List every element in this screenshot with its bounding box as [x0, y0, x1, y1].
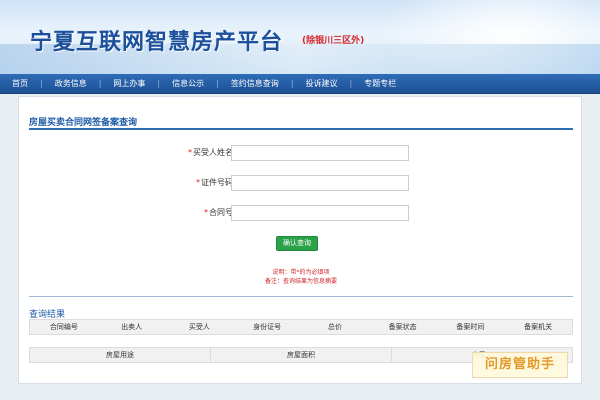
query-panel: 房屋买卖合同网签备案查询 *买受人姓名 *证件号码 *合同号 确认查询 说明：带…: [18, 96, 582, 384]
nav-item-government-info[interactable]: 政务信息: [43, 74, 99, 94]
site-header: 宁夏互联网智慧房产平台 (除银川三区外): [0, 0, 600, 74]
watermark-logo: 问房管助手: [472, 352, 568, 378]
results-table-header: 合同编号 出卖人 买受人 身份证号 总价 备案状态 备案时间 备案机关: [29, 319, 573, 335]
nav-item-complaints[interactable]: 投诉建议: [294, 74, 350, 94]
column-id-number: 身份证号: [253, 323, 282, 331]
site-subtitle: (除银川三区外): [302, 36, 365, 46]
required-mark: *: [196, 178, 200, 187]
column-seller: 出卖人: [121, 323, 143, 331]
note-required: 说明：带*的为必填项: [272, 269, 330, 276]
note-summary: 备注：查询结果为信息摘要: [264, 278, 337, 285]
form-row-id-number: *证件号码: [19, 175, 583, 191]
column-filing-status: 备案状态: [388, 323, 417, 331]
id-number-label: *证件号码: [196, 177, 233, 188]
nav-item-contract-query[interactable]: 签约信息查询: [219, 74, 291, 94]
id-number-label-text: 证件号码: [201, 178, 233, 187]
results-divider: [29, 296, 573, 297]
required-mark: *: [204, 208, 208, 217]
section-title: 房屋买卖合同网签备案查询: [29, 118, 138, 128]
main-nav: 首页 | 政务信息 | 网上办事 | 信息公示 | 签约信息查询 | 投诉建议 …: [0, 74, 600, 94]
nav-item-topics[interactable]: 专题专栏: [352, 74, 408, 94]
buyer-name-input[interactable]: [231, 145, 409, 161]
column-contract-number: 合同编号: [49, 323, 78, 331]
nav-item-online-services[interactable]: 网上办事: [101, 74, 157, 94]
column-filing-time: 备案时间: [456, 323, 485, 331]
contract-no-label: *合同号: [204, 207, 233, 218]
contract-no-input[interactable]: [231, 205, 409, 221]
form-row-buyer-name: *买受人姓名: [19, 145, 583, 161]
site-title: 宁夏互联网智慧房产平台: [30, 30, 284, 55]
buyer-name-label: *买受人姓名: [188, 147, 233, 158]
id-number-input[interactable]: [231, 175, 409, 191]
nav-item-home[interactable]: 首页: [0, 74, 40, 94]
form-row-contract-no: *合同号: [19, 205, 583, 221]
contract-no-label-text: 合同号: [209, 208, 233, 217]
required-mark: *: [188, 148, 192, 157]
column-buyer: 买受人: [188, 323, 210, 331]
section-divider: [29, 128, 573, 130]
nav-item-public-info[interactable]: 信息公示: [160, 74, 216, 94]
column-house-use: 房屋用途: [30, 348, 211, 362]
buyer-name-label-text: 买受人姓名: [193, 148, 233, 157]
column-house-area: 房屋面积: [211, 348, 392, 362]
column-total-price: 总价: [327, 323, 342, 331]
column-filing-authority: 备案机关: [524, 323, 553, 331]
confirm-query-button[interactable]: 确认查询: [276, 236, 318, 251]
